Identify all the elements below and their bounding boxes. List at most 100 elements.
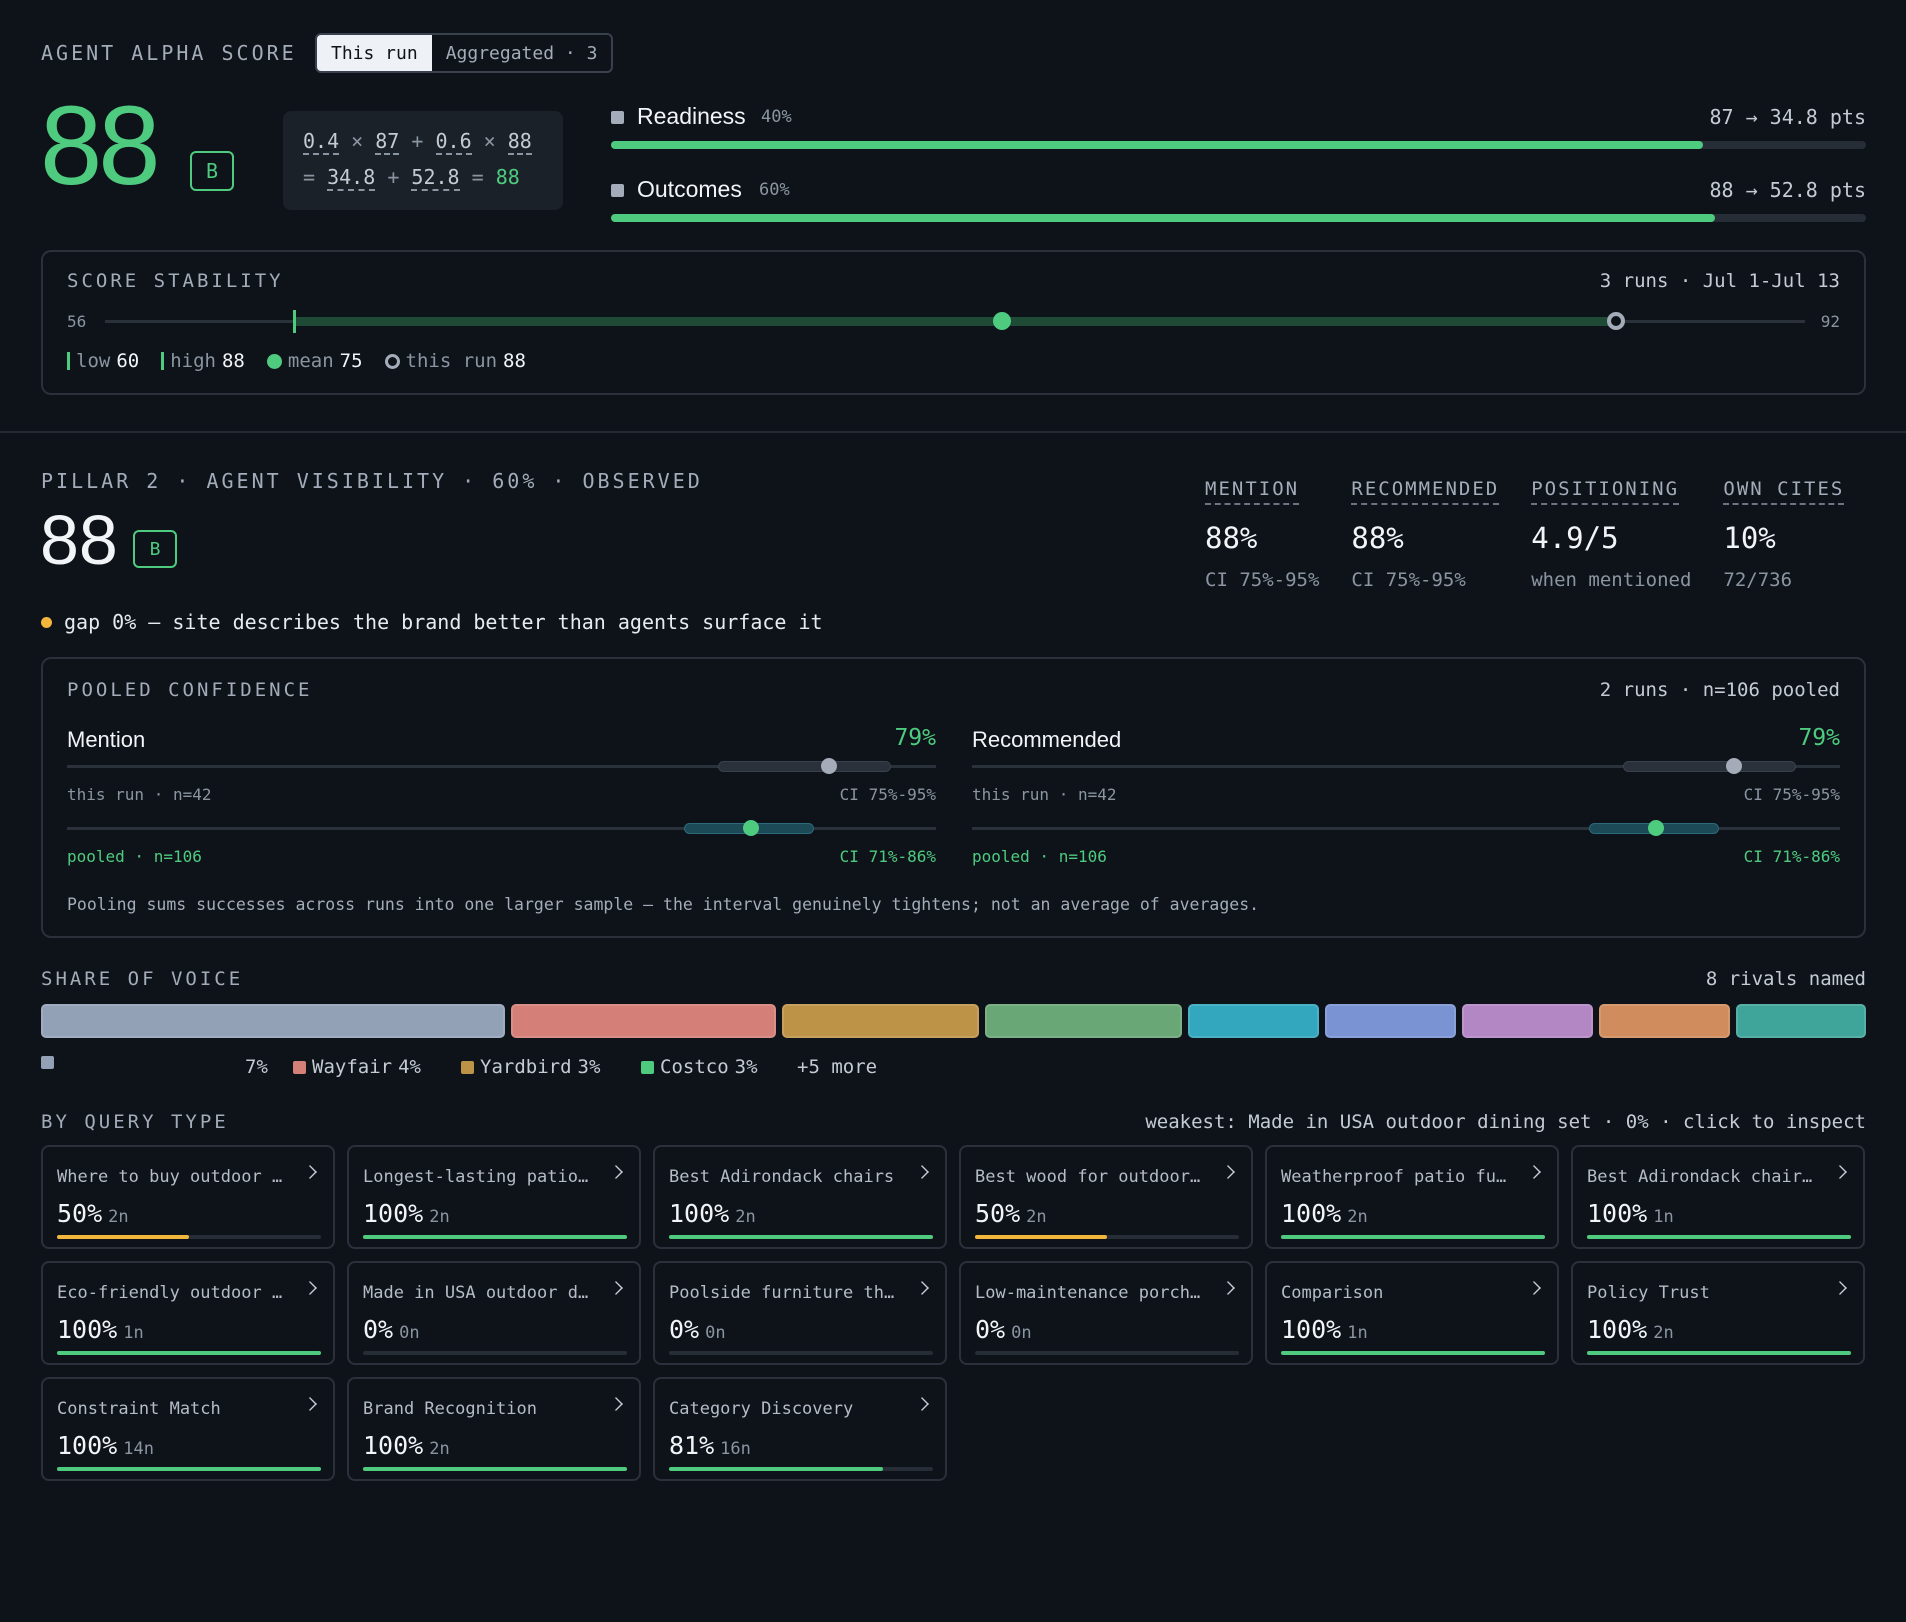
alpha-grade-badge: B [190, 151, 234, 191]
query-card-count: 2n [1347, 1207, 1368, 1227]
stability-track [105, 310, 1805, 333]
query-card[interactable]: Low-maintenance porch furniture 0%0n [959, 1261, 1253, 1365]
sov-legend-yardbird: Yardbird 3% [461, 1056, 600, 1078]
sov-segment-rival-6[interactable] [1325, 1004, 1456, 1038]
sov-segment-rival-8[interactable] [1599, 1004, 1730, 1038]
sov-segment-own[interactable] [41, 1004, 505, 1038]
readiness-label: Readiness [637, 103, 746, 129]
query-card[interactable]: Poolside furniture that 0% 0n [653, 1261, 947, 1365]
query-card[interactable]: Eco-friendly outdoor furniture 100%1n [41, 1261, 335, 1365]
stability-meta: 3 runs · Jul 1-Jul 13 [1599, 270, 1840, 292]
query-card-title: Best Adirondack chairs for [1587, 1167, 1817, 1187]
query-card-bar [669, 1467, 933, 1471]
stability-title: SCORE STABILITY [67, 270, 284, 292]
query-card[interactable]: Comparison 100% 1n [1265, 1261, 1559, 1365]
section-divider [0, 431, 1906, 433]
run-interval-track [972, 758, 1840, 774]
run-interval-track [67, 758, 936, 774]
sov-segment-rival-5[interactable] [1188, 1004, 1319, 1038]
query-type-meta: weakest: Made in USA outdoor dining set … [1145, 1111, 1866, 1133]
chevron-right-icon [609, 1281, 623, 1295]
query-card[interactable]: Best Adirondack chairs 100% 2n [653, 1145, 947, 1249]
chevron-right-icon [609, 1397, 623, 1411]
query-card-count: 1n [123, 1323, 144, 1343]
sov-segment-wayfair[interactable] [511, 1004, 776, 1038]
score-formula: 0.4 × 87 + 0.6 × 88 = 34.8 + 52.8 = 88 [283, 111, 563, 210]
chevron-right-icon [609, 1165, 623, 1179]
query-card-bar [975, 1351, 1239, 1355]
metric-mention: MENTION 88% CI 75%-95% [1205, 478, 1320, 591]
query-card-count: 2n [1026, 1207, 1047, 1227]
readiness-weight: 40% [761, 107, 792, 127]
formula-part-1: 34.8 [327, 165, 376, 191]
sov-legend-own-value: 7% [245, 1056, 268, 1078]
formula-total: 88 [495, 165, 520, 189]
query-card-pct: 100% [57, 1431, 118, 1460]
sov-meta: 8 rivals named [1705, 968, 1866, 990]
sov-segment-rival-9[interactable] [1736, 1004, 1866, 1038]
legend-low-value: 60 [116, 350, 140, 372]
query-card-title: Comparison [1281, 1283, 1384, 1303]
query-card-count: 2n [735, 1207, 756, 1227]
query-card[interactable]: Best Adirondack chairs for 100%1n [1571, 1145, 1865, 1249]
query-card-title: Where to buy outdoor patio furniture [57, 1167, 287, 1187]
tab-aggregated[interactable]: Aggregated · 3 [432, 35, 612, 71]
query-card-bar [1587, 1351, 1851, 1355]
stability-range [293, 317, 1617, 326]
tab-this-run[interactable]: This run [317, 35, 432, 71]
readiness-bar [611, 141, 1866, 149]
pillar-grade-badge: B [133, 530, 177, 568]
sov-segment-costco[interactable] [985, 1004, 1182, 1038]
outcomes-weight: 60% [759, 180, 790, 200]
sov-segment-yardbird[interactable] [782, 1004, 979, 1038]
pooled-interval-track [67, 820, 936, 836]
query-card[interactable]: Made in USA outdoor dining set 0%0n [347, 1261, 641, 1365]
readiness-summary: 87 → 34.8 pts [1709, 105, 1866, 129]
query-card-pct: 0% [975, 1315, 1006, 1344]
formula-weight-1: 0.4 [303, 129, 340, 155]
metric-own-cites: OWN CITES 10% 72/736 [1723, 478, 1845, 591]
pooled-interval-track [972, 820, 1840, 836]
metric-recommended: RECOMMENDED 88% CI 75%-95% [1351, 478, 1500, 591]
gap-text: gap 0% — site describes the brand better… [64, 610, 823, 634]
pooled-col-name: Recommended [972, 727, 1122, 752]
query-card-bar [57, 1467, 321, 1471]
query-card-pct: 100% [1587, 1199, 1648, 1228]
query-card-bar [363, 1467, 627, 1471]
run-interval-band [1623, 761, 1796, 772]
pooled-col-value: 79% [1798, 725, 1840, 751]
run-point-marker [821, 758, 837, 774]
query-card-pct: 100% [669, 1199, 730, 1228]
query-card-bar [975, 1235, 1239, 1239]
query-card-bar [1281, 1351, 1545, 1355]
query-card[interactable]: Weatherproof patio furniture 100%2n [1265, 1145, 1559, 1249]
score-stability-panel: SCORE STABILITY 3 runs · Jul 1-Jul 13 56… [41, 250, 1866, 395]
sov-more-link[interactable]: +5 more [797, 1056, 877, 1078]
chevron-right-icon [915, 1281, 929, 1295]
sov-legend-wayfair: Wayfair 4% [293, 1056, 421, 1078]
pillar-title: PILLAR 2 · AGENT VISIBILITY · 60% · OBSE… [41, 469, 703, 493]
chevron-right-icon [1527, 1281, 1541, 1295]
query-card-count: 2n [429, 1439, 450, 1459]
query-card[interactable]: Best wood for outdoor furniture 50%2n [959, 1145, 1253, 1249]
alpha-score-title: AGENT ALPHA SCORE [41, 41, 297, 65]
query-card[interactable]: Constraint Match 100% 14n [41, 1377, 335, 1481]
formula-value-2: 88 [507, 129, 532, 155]
query-card[interactable]: Brand Recognition 100% 2n [347, 1377, 641, 1481]
sov-segment-rival-7[interactable] [1462, 1004, 1593, 1038]
query-card[interactable]: Category Discovery 81% 16n [653, 1377, 947, 1481]
query-card-count: 1n [1653, 1207, 1674, 1227]
pooled-note: Pooling sums successes across runs into … [67, 895, 1260, 914]
pillar-metrics: MENTION 88% CI 75%-95% RECOMMENDED 88% C… [1205, 478, 1845, 591]
pooled-title: POOLED CONFIDENCE [67, 679, 313, 701]
query-card-title: Best Adirondack chairs [669, 1167, 895, 1187]
query-card[interactable]: Longest-lasting patio furniture 100%2n [347, 1145, 641, 1249]
alpha-score-value: 88 [40, 83, 161, 208]
query-card[interactable]: Where to buy outdoor patio furniture 50%2… [41, 1145, 335, 1249]
query-card-title: Category Discovery [669, 1399, 854, 1419]
query-card[interactable]: Policy Trust 100% 2n [1571, 1261, 1865, 1365]
pillar-score: 88 [40, 501, 118, 579]
readiness-swatch [611, 111, 624, 124]
query-card-bar [1587, 1235, 1851, 1239]
pooled-col-value: 79% [894, 725, 936, 751]
